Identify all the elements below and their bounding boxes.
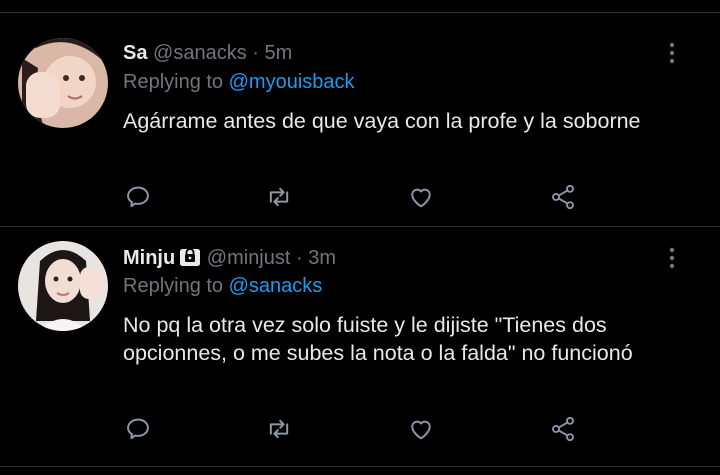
reply-icon (127, 418, 149, 440)
replying-prefix: Replying to (123, 71, 224, 93)
tweet-header: Sa @sanacks · 5m (123, 41, 292, 65)
like-icon (411, 188, 431, 208)
retweet-button[interactable] (263, 181, 295, 213)
lock-icon (179, 246, 201, 272)
avatar[interactable] (18, 38, 108, 128)
share-icon (552, 184, 574, 210)
retweet-icon (269, 419, 289, 439)
timestamp[interactable]: 5m (265, 42, 293, 64)
handle[interactable]: @minjust (207, 247, 291, 269)
share-button[interactable] (547, 413, 579, 445)
display-name[interactable]: Sa (123, 42, 147, 64)
mention-link[interactable]: @myouisback (229, 71, 355, 93)
more-options-icon[interactable] (660, 246, 684, 270)
avatar-image (18, 241, 108, 331)
replying-to: Replying to @myouisback (123, 70, 355, 94)
display-name[interactable]: Minju (123, 247, 175, 269)
separator: · (296, 247, 303, 269)
tweet[interactable]: Sa @sanacks · 5m Replying to @myouisback… (0, 13, 720, 226)
avatar-image (18, 38, 108, 128)
reply-icon (127, 186, 149, 208)
mention-link[interactable]: @sanacks (229, 275, 323, 297)
like-button[interactable] (405, 181, 437, 213)
separator: · (252, 42, 259, 64)
timestamp[interactable]: 3m (308, 247, 336, 269)
tweet-header: Minju @minjust · 3m (123, 246, 336, 272)
tweet-text: Agárrame antes de que vaya con la profe … (123, 109, 641, 133)
tweet-text: No pq la otra vez solo fuiste y le dijis… (123, 313, 633, 365)
reply-button[interactable] (122, 181, 154, 213)
retweet-icon (269, 187, 289, 207)
retweet-button[interactable] (263, 413, 295, 445)
bottom-divider (0, 466, 720, 467)
replying-to: Replying to @sanacks (123, 274, 322, 298)
more-options-icon[interactable] (660, 41, 684, 65)
avatar[interactable] (18, 241, 108, 331)
like-icon (411, 420, 431, 440)
reply-button[interactable] (122, 413, 154, 445)
handle[interactable]: @sanacks (153, 42, 247, 64)
share-button[interactable] (547, 181, 579, 213)
like-button[interactable] (405, 413, 437, 445)
replying-prefix: Replying to (123, 275, 224, 297)
share-icon (552, 416, 574, 442)
tweet[interactable]: Minju @minjust · 3m Replying to @sanacks… (0, 227, 720, 465)
